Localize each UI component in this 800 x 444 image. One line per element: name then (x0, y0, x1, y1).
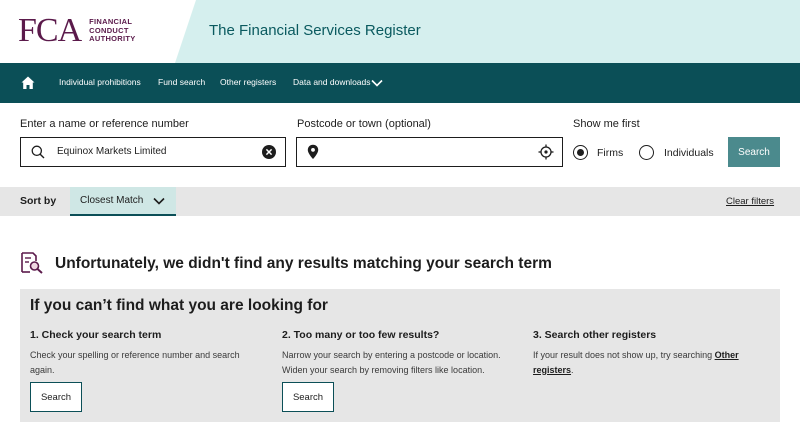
help-col-3-title: 3. Search other registers (533, 329, 657, 341)
sort-select[interactable]: Closest Match (70, 187, 176, 216)
chevron-down-icon (153, 197, 165, 205)
other-registers-link-part1: Other (714, 350, 739, 360)
help-col-1-line-2: again. (30, 364, 55, 375)
help-col-3-text-before: If your result does not show up, try sea… (533, 350, 715, 360)
site-header: FCA FINANCIAL CONDUCT AUTHORITY The Fina… (0, 0, 800, 63)
fca-logo[interactable]: FCA FINANCIAL CONDUCT AUTHORITY (18, 13, 136, 49)
help-col-1-text: Check your spelling or reference number … (30, 348, 270, 377)
help-col-1-title: 1. Check your search term (30, 329, 162, 341)
nav-item-individual-prohibitions[interactable]: Individual prohibitions (59, 77, 141, 87)
location-pin-icon (307, 144, 319, 159)
sort-label: Sort by (20, 195, 57, 207)
firms-radio[interactable] (573, 145, 588, 160)
crosshair-icon[interactable] (538, 144, 554, 160)
chevron-down-icon[interactable] (371, 78, 383, 88)
logo-text: FINANCIAL CONDUCT AUTHORITY (89, 18, 135, 44)
name-field-label: Enter a name or reference number (20, 118, 189, 130)
help-col-1-search-button[interactable]: Search (30, 382, 82, 412)
postcode-input[interactable] (296, 137, 563, 167)
individuals-radio[interactable] (639, 145, 654, 160)
help-col-2-text: Narrow your search by entering a postcod… (282, 348, 527, 377)
show-me-first-label: Show me first (573, 118, 640, 130)
help-col-3-text: If your result does not show up, try sea… (533, 348, 773, 377)
name-search-value: Equinox Markets Limited (57, 146, 167, 157)
help-col-2-line-1: Narrow your search by entering a postcod… (282, 350, 501, 360)
other-registers-link-part2: registers (533, 364, 572, 375)
help-panel-title: If you can’t find what you are looking f… (30, 297, 328, 314)
help-col-1-line-1: Check your spelling or reference number … (30, 350, 240, 360)
help-col-2-title: 2. Too many or too few results? (282, 329, 440, 341)
logo-mark: FCA (18, 12, 82, 49)
sort-select-value: Closest Match (80, 195, 144, 206)
name-search-input[interactable]: Equinox Markets Limited (20, 137, 286, 167)
firms-radio-label[interactable]: Firms (597, 147, 623, 159)
clear-filters-link[interactable]: Clear filters (726, 196, 774, 207)
search-button[interactable]: Search (728, 137, 780, 167)
help-col-2-search-button[interactable]: Search (282, 382, 334, 412)
clear-icon[interactable] (262, 145, 276, 159)
postcode-field-label: Postcode or town (optional) (297, 118, 431, 130)
main-nav: Individual prohibitions Fund search Othe… (0, 63, 800, 103)
no-results-heading: Unfortunately, we didn't find any result… (55, 255, 552, 272)
logo-text-line-3: AUTHORITY (89, 34, 136, 44)
home-icon[interactable] (20, 75, 36, 91)
help-col-3-text-after: . (571, 364, 574, 375)
individuals-radio-label[interactable]: Individuals (664, 147, 714, 159)
search-icon (31, 145, 45, 159)
help-col-2-line-2: Widen your search by removing filters li… (282, 364, 485, 375)
site-title[interactable]: The Financial Services Register (209, 22, 421, 39)
document-search-icon (21, 252, 43, 274)
nav-item-other-registers[interactable]: Other registers (220, 77, 276, 87)
nav-item-data-and-downloads[interactable]: Data and downloads (293, 77, 371, 87)
nav-item-fund-search[interactable]: Fund search (158, 77, 205, 87)
